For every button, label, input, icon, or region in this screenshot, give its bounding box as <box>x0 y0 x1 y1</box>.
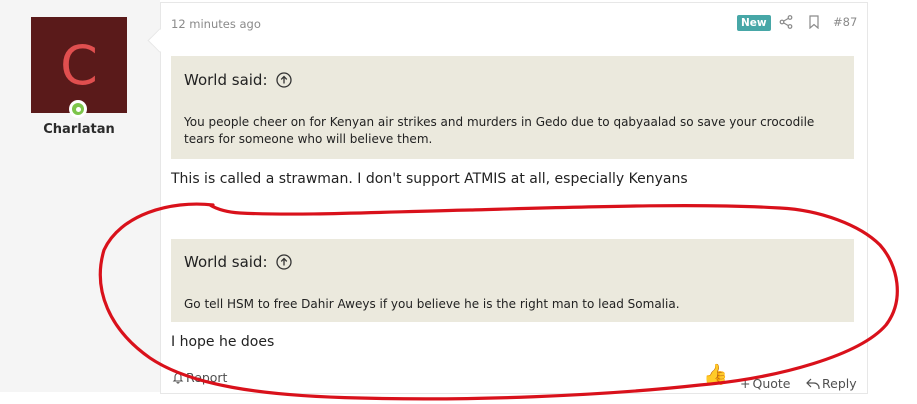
plus-icon: + <box>740 376 751 391</box>
quote-header[interactable]: World said: <box>184 71 292 89</box>
post-timestamp[interactable]: 12 minutes ago <box>171 17 261 31</box>
share-icon[interactable] <box>779 15 793 29</box>
report-label: Report <box>186 370 228 385</box>
quote-button[interactable]: + Quote <box>740 376 791 391</box>
arrow-up-circle-icon[interactable] <box>275 254 292 270</box>
quote-text: You people cheer on for Kenyan air strik… <box>184 115 815 146</box>
new-badge: New <box>737 15 771 31</box>
reply-text: This is called a strawman. I don't suppo… <box>171 171 688 187</box>
username[interactable]: Charlatan <box>0 122 158 137</box>
bookmark-icon[interactable] <box>808 15 820 29</box>
avatar[interactable]: C <box>31 17 127 113</box>
avatar-letter: C <box>60 33 98 97</box>
quote-block-1: World said: You people cheer on for Keny… <box>171 56 854 159</box>
quote-author[interactable]: World said: <box>184 253 268 271</box>
report-button[interactable]: Report <box>172 370 227 385</box>
quote-header[interactable]: World said: <box>184 253 292 271</box>
reply-text: I hope he does <box>171 334 275 350</box>
reply-arrow-icon <box>806 378 820 389</box>
quote-text: Go tell HSM to free Dahir Aweys if you b… <box>184 297 680 311</box>
bell-icon <box>172 373 184 384</box>
quote-author[interactable]: World said: <box>184 71 268 89</box>
arrow-up-circle-icon[interactable] <box>275 72 292 88</box>
thumbs-up-icon[interactable]: 👍 <box>703 362 728 386</box>
post-number[interactable]: #87 <box>833 15 857 29</box>
online-status-icon <box>69 100 87 118</box>
quote-block-2: World said: Go tell HSM to free Dahir Aw… <box>171 239 854 322</box>
reply-label: Reply <box>822 376 857 391</box>
quote-label: Quote <box>752 376 791 391</box>
reply-button[interactable]: Reply <box>806 376 857 391</box>
